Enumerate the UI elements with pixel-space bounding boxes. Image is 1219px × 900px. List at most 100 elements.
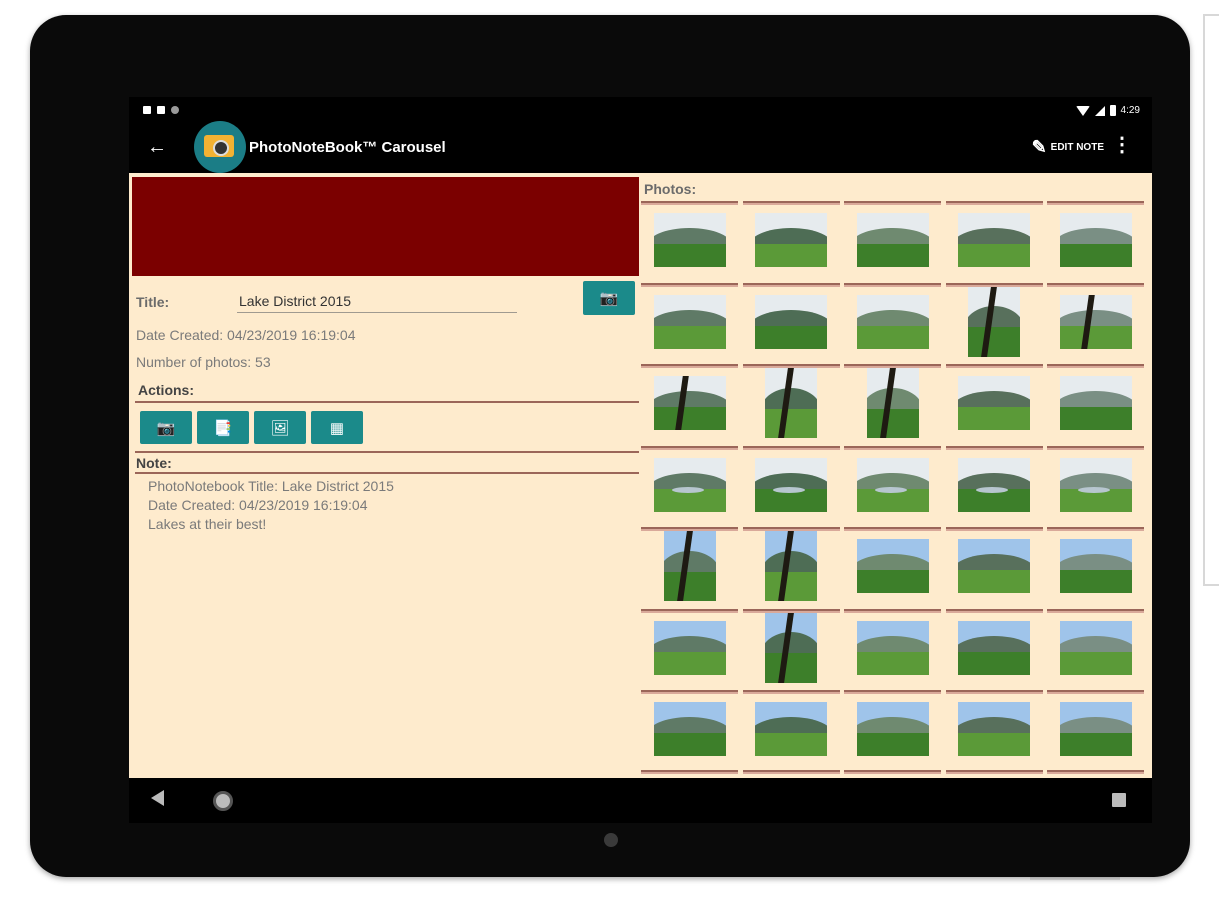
divider <box>742 769 840 776</box>
divider <box>844 445 941 450</box>
photo-image <box>653 213 726 267</box>
sd-card-icon <box>157 106 165 114</box>
photo-thumbnail[interactable] <box>742 201 840 282</box>
divider <box>844 201 941 205</box>
arrow-left-icon[interactable]: ← <box>147 134 167 160</box>
divider <box>1047 527 1144 531</box>
photo-thumbnail[interactable] <box>844 445 941 527</box>
photo-thumbnail[interactable] <box>945 608 1043 690</box>
nav-home-icon[interactable] <box>213 791 233 811</box>
photo-grid <box>641 201 1147 778</box>
photo-thumbnail[interactable] <box>844 282 941 364</box>
status-bar: 4:29 <box>129 97 1152 125</box>
photo-image <box>1059 457 1132 512</box>
gallery-button[interactable]: 🖼 <box>254 411 306 444</box>
photo-thumbnail[interactable] <box>844 690 941 771</box>
photo-image <box>1059 702 1132 756</box>
nav-recents-icon[interactable] <box>1112 793 1126 807</box>
divider <box>844 282 941 287</box>
photo-thumbnail[interactable] <box>641 364 738 445</box>
grid-view-button[interactable]: ▦ <box>311 411 363 444</box>
photo-thumbnail[interactable] <box>844 527 941 608</box>
divider <box>844 690 941 694</box>
photo-thumbnail[interactable] <box>945 527 1043 608</box>
more-vert-icon[interactable]: ⋮ <box>1112 135 1132 155</box>
photo-thumbnail[interactable] <box>945 690 1043 771</box>
title-field[interactable] <box>237 289 517 313</box>
divider <box>641 201 738 205</box>
camera-icon: 📷 <box>599 290 619 307</box>
photo-thumbnail[interactable] <box>641 282 738 364</box>
photo-thumbnail[interactable] <box>641 608 738 690</box>
camera-icon: 📷 <box>156 419 176 437</box>
photo-thumbnail[interactable] <box>1047 608 1144 690</box>
camera-logo-icon <box>194 121 246 173</box>
actions-label: Actions: <box>138 382 194 398</box>
photo-thumbnail[interactable] <box>641 527 738 608</box>
wifi-icon <box>1075 105 1090 116</box>
divider <box>135 472 639 474</box>
photo-image <box>755 213 827 267</box>
divider <box>135 451 639 453</box>
photo-image <box>856 213 929 267</box>
photo-thumbnail[interactable] <box>945 282 1043 364</box>
photo-thumbnail[interactable] <box>742 282 840 364</box>
photo-thumbnail[interactable] <box>742 527 840 608</box>
photo-thumbnail[interactable] <box>641 690 738 771</box>
divider <box>945 690 1043 694</box>
photo-thumbnail[interactable] <box>945 364 1043 445</box>
photo-image <box>856 539 929 593</box>
divider <box>742 690 840 694</box>
photo-thumbnail[interactable] <box>1047 527 1144 608</box>
divider <box>945 608 1043 613</box>
photo-image <box>958 702 1030 756</box>
divider <box>844 769 941 776</box>
photo-thumbnail[interactable] <box>844 364 941 445</box>
main-content: Title: 📷 Date Created: 04/23/2019 16:19:… <box>129 173 1152 778</box>
edit-note-button[interactable]: ✎ EDIT NOTE <box>1032 137 1104 158</box>
photo-thumbnail[interactable] <box>1047 445 1144 527</box>
photo-image <box>765 368 817 438</box>
photo-thumbnail[interactable] <box>1047 364 1144 445</box>
cover-banner <box>132 177 639 276</box>
background-window-edge <box>1203 14 1219 586</box>
photo-image <box>856 620 929 675</box>
photo-thumbnail[interactable] <box>945 201 1043 282</box>
tablet-device: 4:29 ← PhotoNoteBook™ Carousel ✎ EDIT NO… <box>30 15 1190 877</box>
photo-thumbnail[interactable] <box>1047 690 1144 771</box>
photo-thumbnail[interactable] <box>945 445 1043 527</box>
divider <box>641 690 738 694</box>
change-cover-button[interactable]: 📷 <box>583 281 635 315</box>
photo-image <box>968 286 1020 357</box>
system-nav-bar <box>129 778 1152 823</box>
photo-thumbnail[interactable] <box>742 608 840 690</box>
photo-image <box>755 702 827 756</box>
photo-thumbnail[interactable] <box>1047 282 1144 364</box>
notification-icon <box>143 106 151 114</box>
take-photo-button[interactable]: 📷 <box>140 411 192 444</box>
divider <box>844 527 941 531</box>
edit-note-label: EDIT NOTE <box>1050 142 1104 153</box>
divider <box>742 282 840 287</box>
photo-thumbnail[interactable] <box>742 364 840 445</box>
photo-thumbnail[interactable] <box>641 201 738 282</box>
photo-thumbnail[interactable] <box>641 445 738 527</box>
divider <box>641 769 738 776</box>
nav-back-icon[interactable] <box>151 790 164 806</box>
photo-image <box>958 213 1030 267</box>
photo-thumbnail[interactable] <box>1047 201 1144 282</box>
divider <box>1047 445 1144 450</box>
photo-image <box>765 612 817 683</box>
divider <box>945 527 1043 531</box>
photo-image <box>856 702 929 756</box>
photo-thumbnail[interactable] <box>742 690 840 771</box>
screen: 4:29 ← PhotoNoteBook™ Carousel ✎ EDIT NO… <box>129 97 1152 823</box>
photo-image <box>958 620 1030 675</box>
photo-thumbnail[interactable] <box>742 445 840 527</box>
photo-thumbnail[interactable] <box>844 201 941 282</box>
photo-image <box>653 702 726 756</box>
photo-thumbnail[interactable] <box>844 608 941 690</box>
photo-image <box>958 376 1030 430</box>
notebook-button[interactable]: 📑 <box>197 411 249 444</box>
photo-image <box>765 531 817 601</box>
